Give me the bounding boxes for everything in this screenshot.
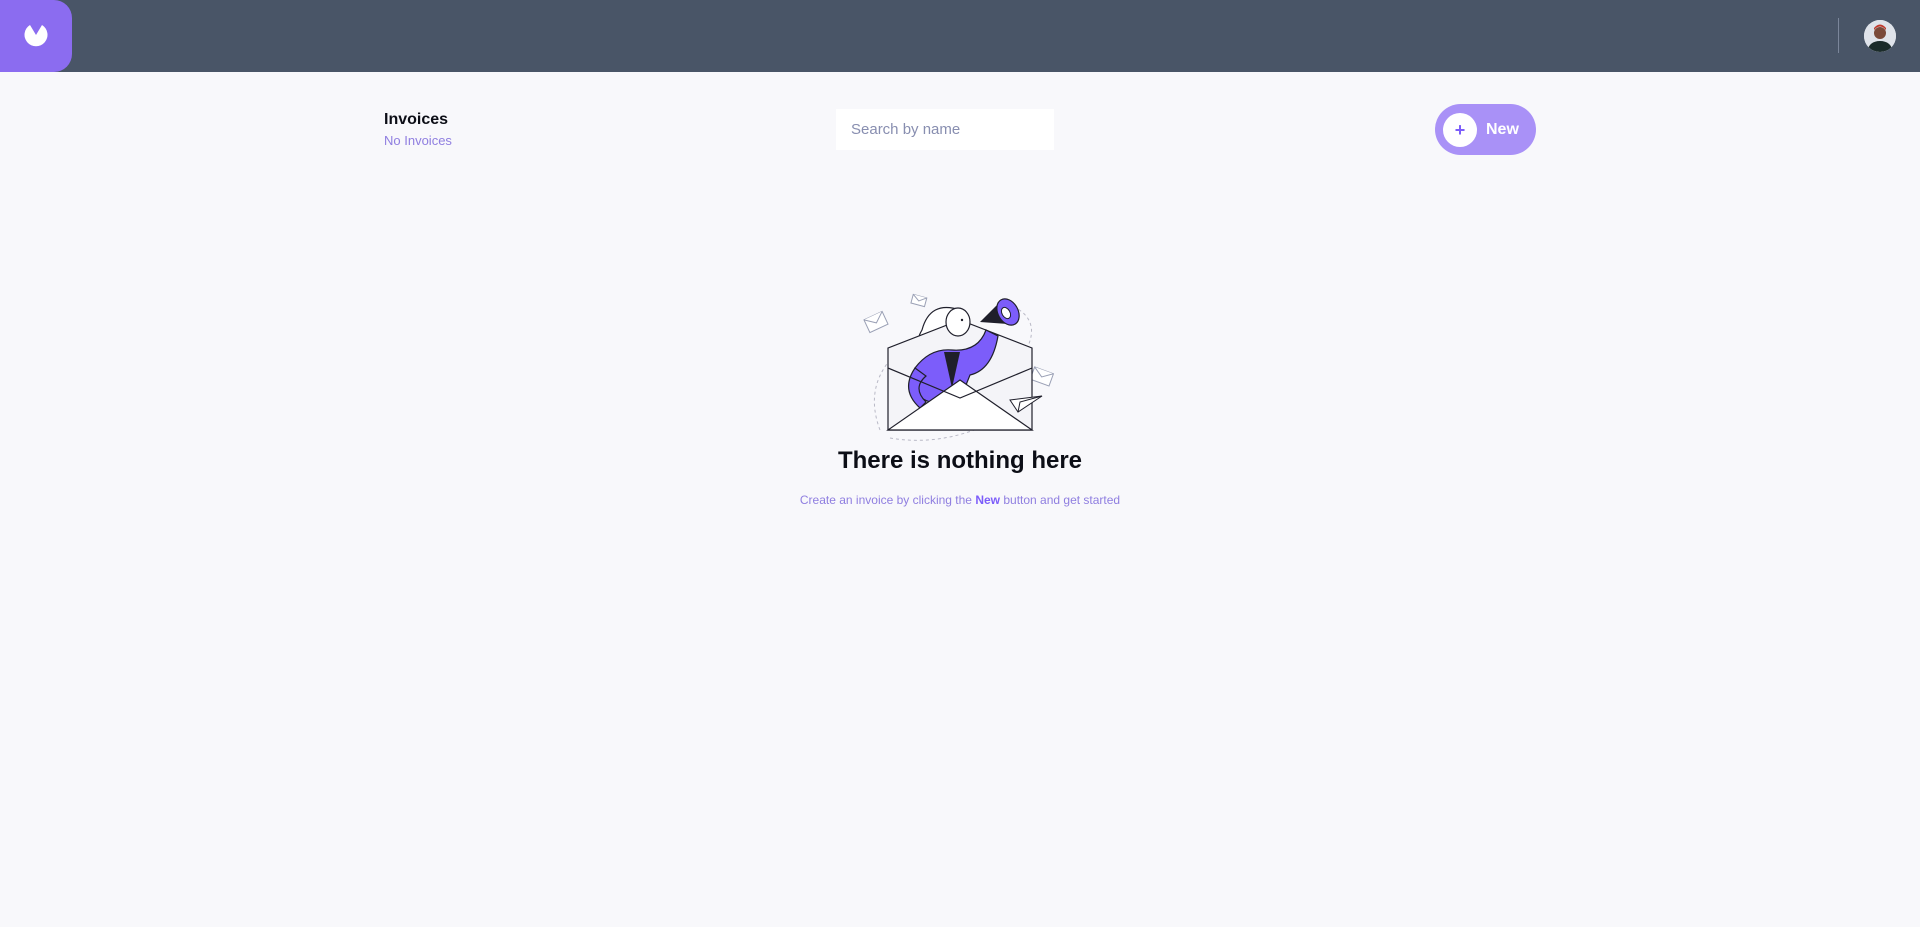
top-bar (0, 0, 1920, 72)
user-avatar[interactable] (1864, 20, 1896, 52)
empty-state-illustration (863, 293, 1055, 441)
empty-state-title: There is nothing here (837, 447, 1083, 474)
search-input[interactable] (836, 109, 1054, 150)
empty-desc-prefix: Create an invoice by clicking the (799, 493, 976, 507)
empty-desc-new-highlight: New (975, 493, 1001, 507)
page-title: Invoices (384, 111, 449, 128)
app-logo-icon (24, 25, 48, 47)
new-invoice-button[interactable]: + New (1435, 104, 1536, 155)
invoice-count: No Invoices (384, 133, 452, 148)
empty-desc-suffix: button and get started (1000, 493, 1121, 507)
empty-state-description: Create an invoice by clicking the New bu… (700, 492, 1220, 508)
plus-icon: + (1443, 112, 1477, 147)
invoices-heading: Invoices No Invoices (384, 110, 452, 149)
topbar-divider (1838, 18, 1839, 53)
app-logo[interactable] (0, 0, 72, 72)
new-button-label: New (1486, 120, 1519, 138)
